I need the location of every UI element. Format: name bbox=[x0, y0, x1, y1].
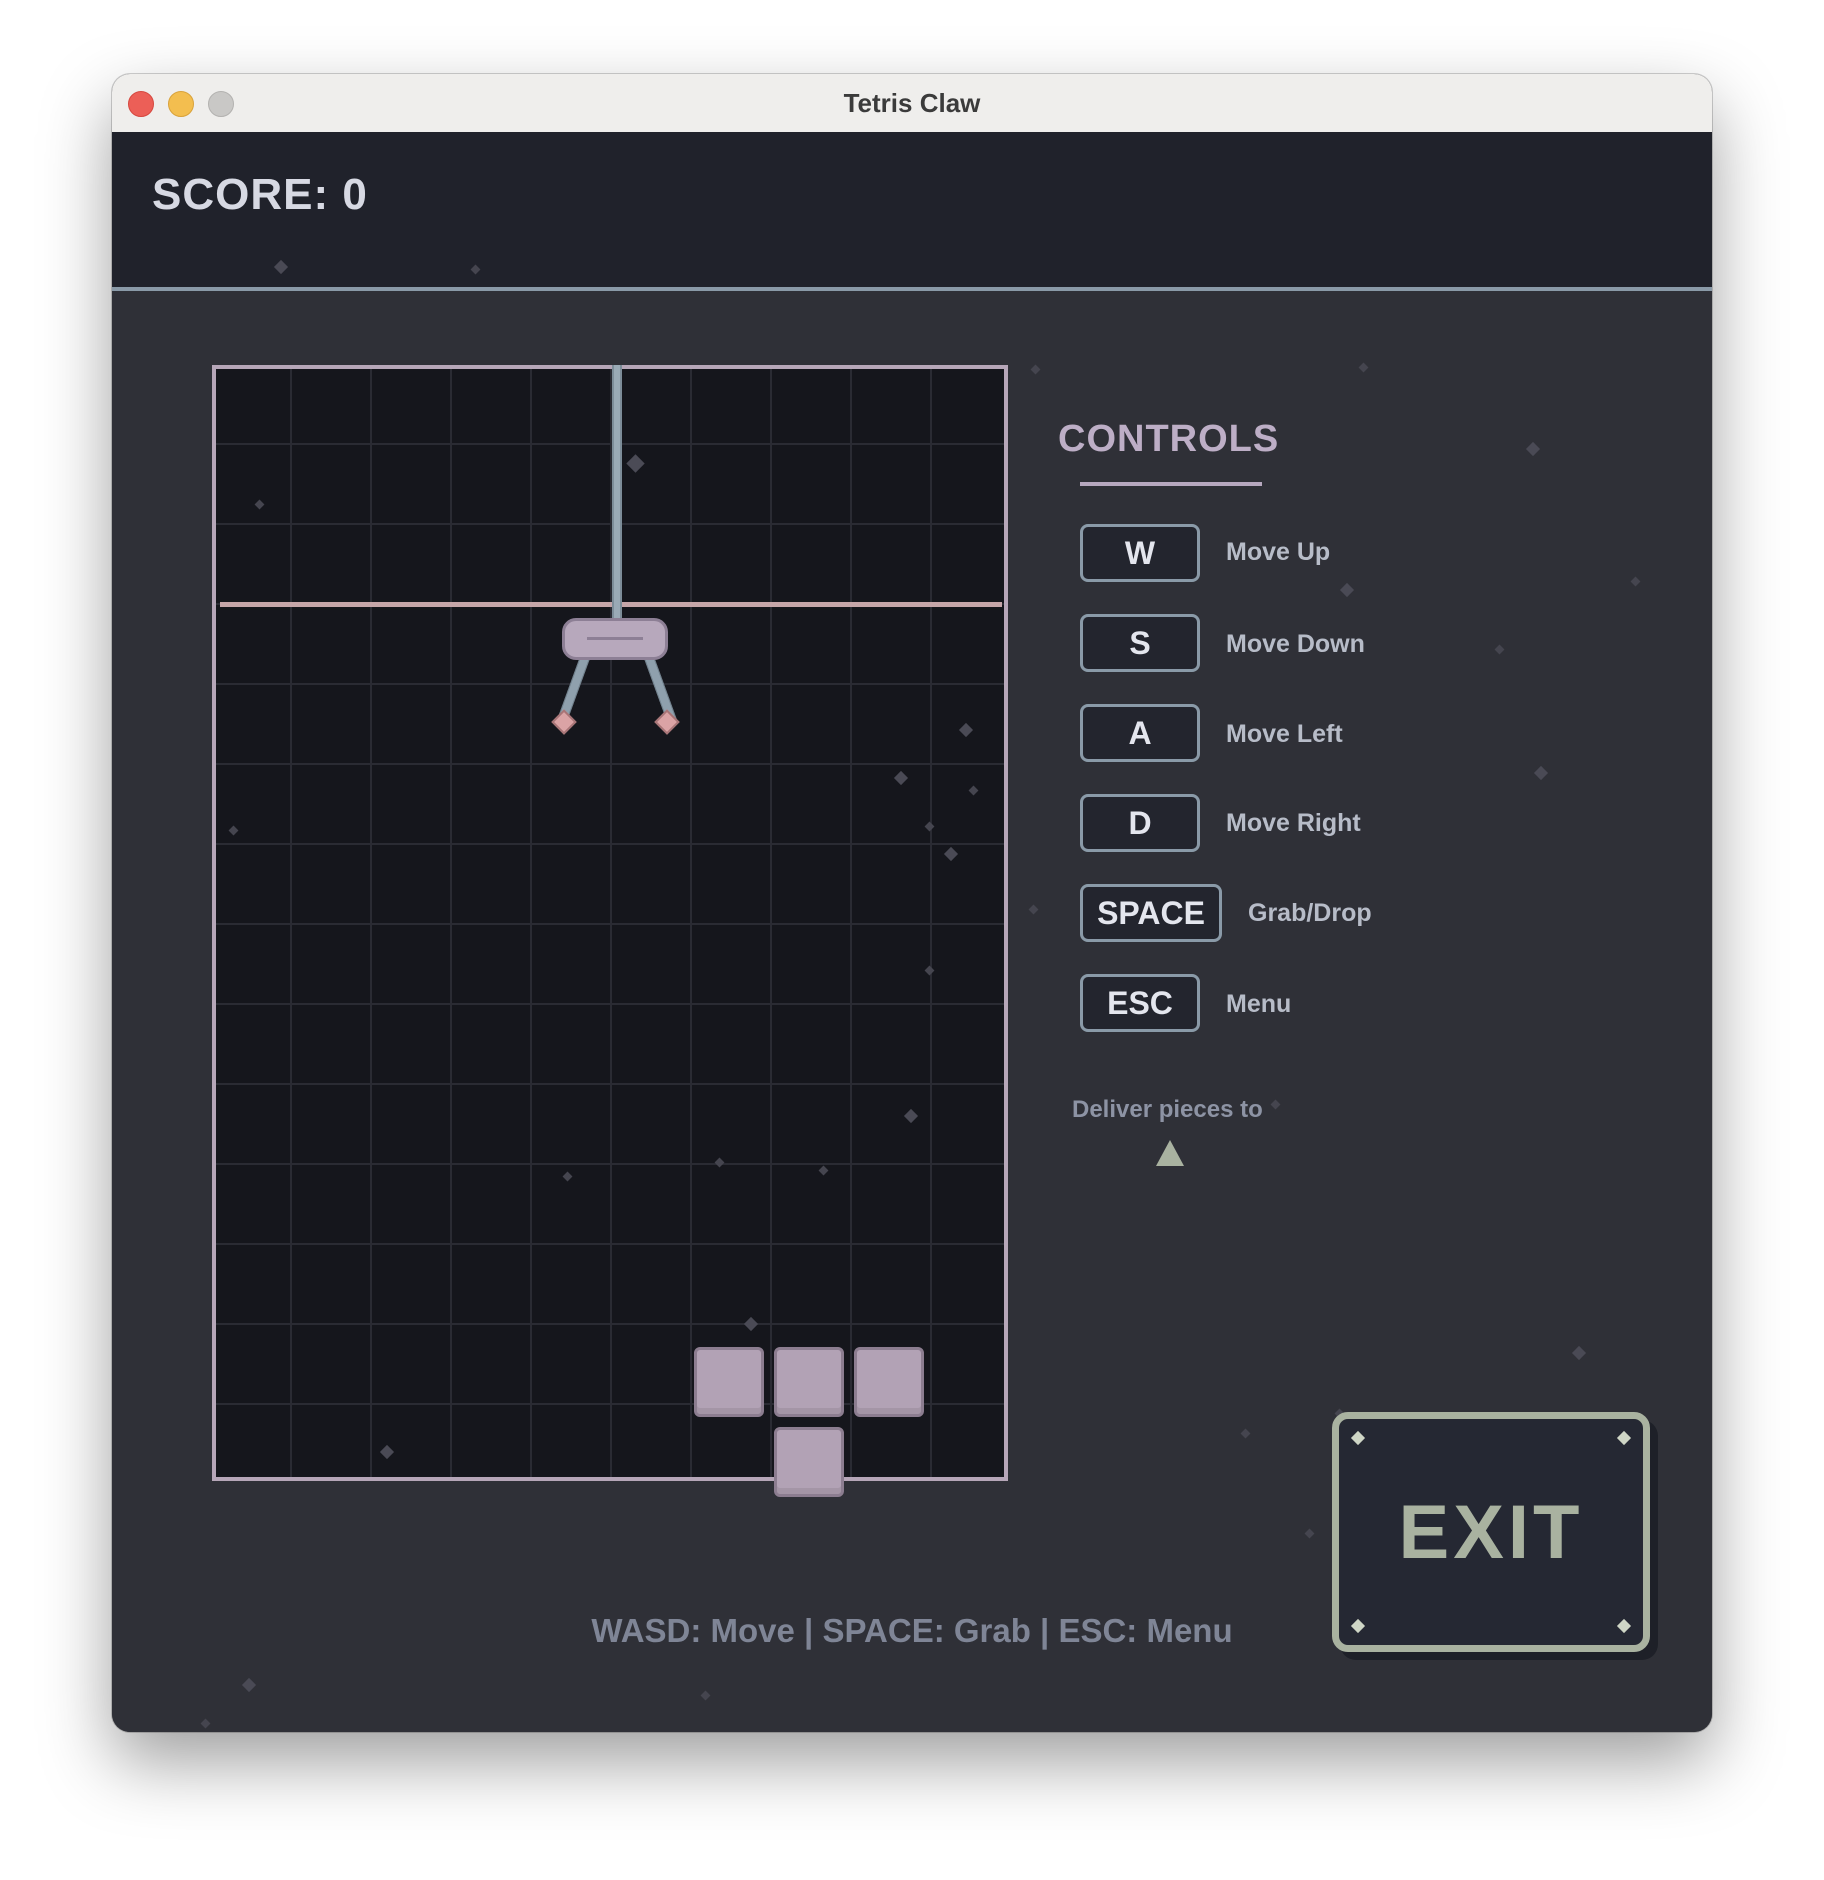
game-window: Tetris Claw SCORE: 0 CONTROLS W Move Up … bbox=[112, 74, 1712, 1732]
background-star bbox=[958, 722, 974, 738]
claw-cable bbox=[612, 365, 622, 621]
background-star bbox=[943, 846, 959, 862]
background-star bbox=[254, 499, 265, 510]
window-title: Tetris Claw bbox=[843, 88, 981, 118]
background-star bbox=[743, 1316, 759, 1332]
background-star bbox=[562, 1171, 573, 1182]
background-star bbox=[1533, 765, 1549, 781]
t-piece-block bbox=[694, 1347, 764, 1417]
rivet-icon bbox=[1616, 1430, 1632, 1446]
background-star bbox=[1028, 904, 1039, 915]
key-d: D bbox=[1080, 794, 1200, 852]
background-star bbox=[903, 1108, 919, 1124]
key-esc-label: Menu bbox=[1226, 990, 1292, 1018]
score-bar: SCORE: 0 bbox=[112, 132, 1712, 291]
background-star bbox=[818, 1165, 829, 1176]
rivet-icon bbox=[1350, 1430, 1366, 1446]
background-star bbox=[1630, 576, 1641, 587]
exit-button-label: EXIT bbox=[1398, 1490, 1584, 1575]
background-star bbox=[379, 1444, 395, 1460]
deliver-hint: Deliver pieces to bbox=[1072, 1096, 1263, 1123]
background-star bbox=[968, 785, 979, 796]
background-star bbox=[241, 1677, 257, 1693]
key-w: W bbox=[1080, 524, 1200, 582]
claw-head bbox=[562, 618, 668, 660]
t-piece-block bbox=[774, 1427, 844, 1497]
background-star bbox=[1339, 582, 1355, 598]
key-w-label: Move Up bbox=[1226, 538, 1331, 566]
background-star bbox=[626, 454, 645, 473]
background-star bbox=[924, 821, 935, 832]
background-star bbox=[893, 770, 909, 786]
background-star bbox=[1030, 364, 1041, 375]
background-star bbox=[1270, 1099, 1281, 1110]
title-bar: Tetris Claw bbox=[112, 74, 1712, 133]
key-a: A bbox=[1080, 704, 1200, 762]
key-esc: ESC bbox=[1080, 974, 1200, 1032]
background-star bbox=[1494, 644, 1505, 655]
background-star bbox=[200, 1718, 211, 1729]
background-star bbox=[1358, 362, 1369, 373]
key-d-label: Move Right bbox=[1226, 809, 1361, 837]
background-star bbox=[1240, 1428, 1251, 1439]
t-piece-block bbox=[774, 1347, 844, 1417]
key-space-label: Grab/Drop bbox=[1248, 899, 1372, 927]
background-star bbox=[1525, 441, 1541, 457]
key-space: SPACE bbox=[1080, 884, 1222, 942]
background-star bbox=[1304, 1528, 1315, 1539]
score-display: SCORE: 0 bbox=[152, 170, 368, 219]
delivery-arrow-icon bbox=[1156, 1140, 1184, 1166]
footer-hint: WASD: Move | SPACE: Grab | ESC: Menu bbox=[591, 1612, 1233, 1649]
controls-heading: CONTROLS bbox=[1058, 418, 1280, 460]
controls-underline bbox=[1080, 482, 1262, 486]
key-s-label: Move Down bbox=[1226, 630, 1365, 658]
background-star bbox=[714, 1157, 725, 1168]
background-star bbox=[924, 965, 935, 976]
key-a-label: Move Left bbox=[1226, 720, 1343, 748]
background-star bbox=[228, 825, 239, 836]
play-field-grid bbox=[212, 365, 1008, 1481]
background-star bbox=[1571, 1345, 1587, 1361]
game-canvas: SCORE: 0 CONTROLS W Move Up S Move Down … bbox=[112, 132, 1712, 1732]
key-s: S bbox=[1080, 614, 1200, 672]
grab-limit-line bbox=[220, 602, 1002, 607]
background-star bbox=[700, 1690, 711, 1701]
t-piece-block bbox=[854, 1347, 924, 1417]
